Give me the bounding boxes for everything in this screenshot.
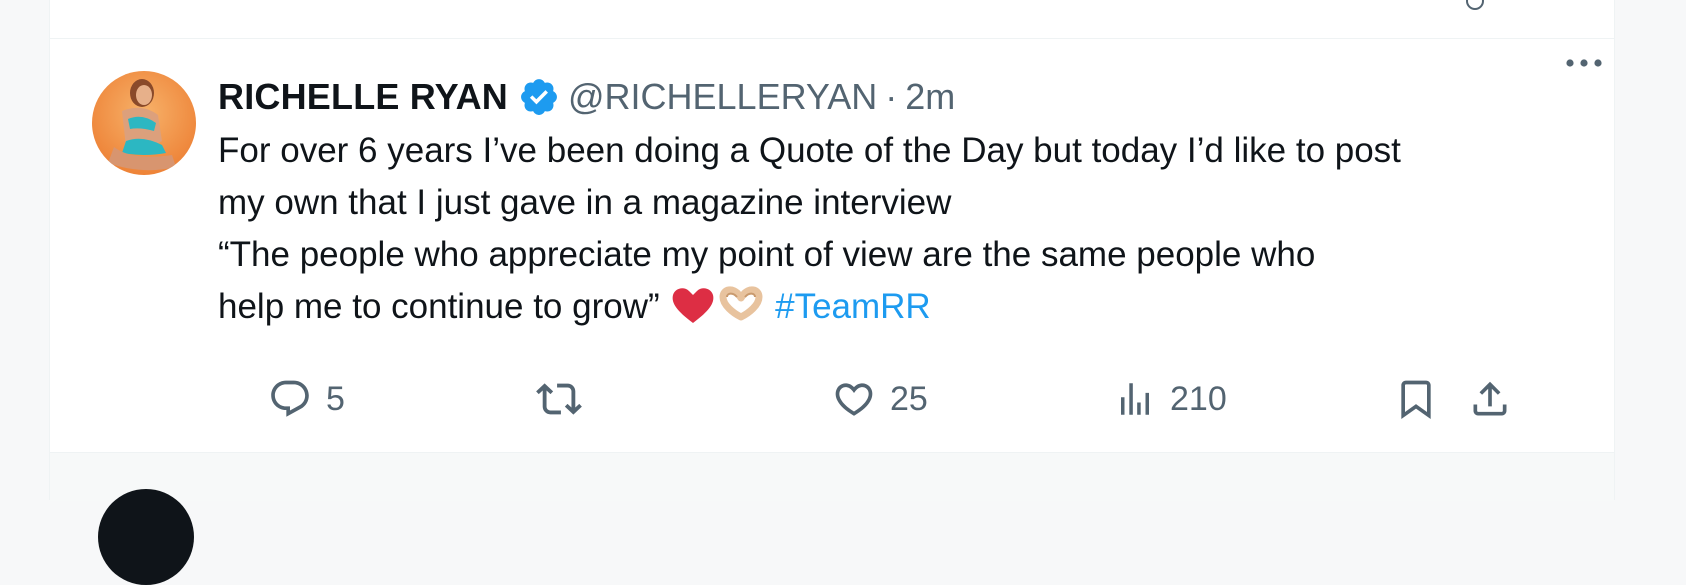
tweet-text-line: For over 6 years I’ve been doing a Quote… [218,131,1401,170]
tweet[interactable]: RICHELLE RYAN @RICHELLERYAN · 2m For ove… [50,39,1614,452]
author-name[interactable]: RICHELLE RYAN [218,75,508,119]
author-handle[interactable]: @RICHELLERYAN [568,75,877,119]
timestamp[interactable]: 2m [905,75,955,119]
tweet-text-line-last: help me to continue to grow” #TeamRR [218,281,1588,333]
previous-tweet[interactable] [50,0,1614,39]
hashtag-link[interactable]: #TeamRR [775,287,931,326]
tweet-body: RICHELLE RYAN @RICHELLERYAN · 2m For ove… [218,75,1588,333]
repost-button[interactable] [536,373,596,425]
tweet-actions: 5 25 210 [218,373,1628,425]
tweet-text-line: my own that I just gave in a magazine in… [218,183,952,222]
tweet-text: For over 6 years I’ve been doing a Quote… [218,125,1588,333]
like-button[interactable]: 25 [832,373,928,425]
next-tweet[interactable] [50,452,1614,585]
share-icon [1468,377,1512,421]
tweet-text-line: “The people who appreciate my point of v… [218,235,1316,274]
bookmark-icon [1394,377,1438,421]
next-tweet-avatar[interactable] [98,489,194,585]
share-button[interactable] [1468,373,1512,425]
red-heart-emoji [669,285,717,325]
header-separator: · [885,76,898,117]
reply-button[interactable]: 5 [268,373,345,425]
tweet-header: RICHELLE RYAN @RICHELLERYAN · 2m [218,75,1588,119]
like-count: 25 [890,379,928,418]
verified-badge-icon[interactable] [518,76,560,118]
timeline-feed: RICHELLE RYAN @RICHELLERYAN · 2m For ove… [49,0,1615,585]
avatar[interactable] [92,71,196,175]
repost-icon [536,376,582,422]
views-count: 210 [1170,379,1227,418]
bookmark-button[interactable] [1394,373,1438,425]
views-button[interactable]: 210 [1114,373,1227,425]
tweet-text-fragment: help me to continue to grow” [218,287,660,326]
reply-count: 5 [326,379,345,418]
views-icon [1114,378,1156,420]
reply-icon [268,377,312,421]
like-icon [832,377,876,421]
heart-hands-emoji [717,285,765,325]
more-icon[interactable] [1562,53,1606,73]
previous-tweet-icon [1466,0,1484,10]
